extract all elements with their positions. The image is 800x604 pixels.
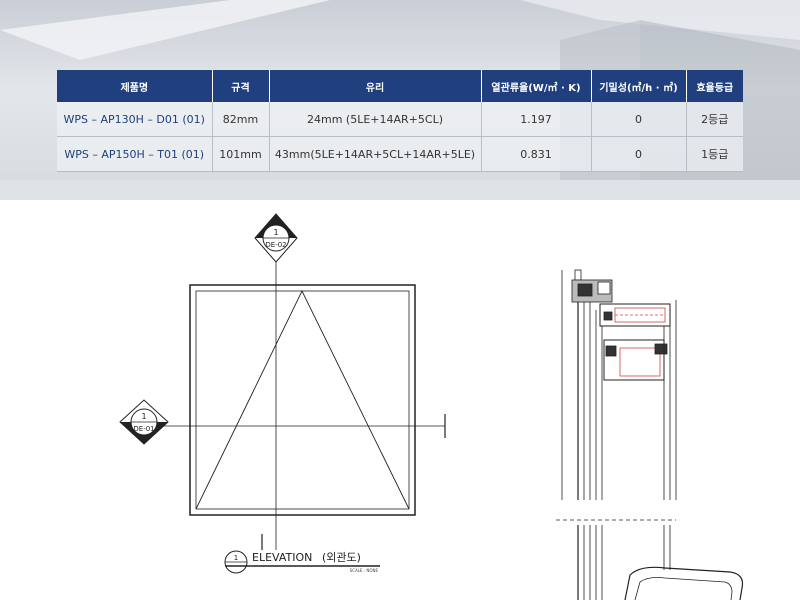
cell-spec: 82mm — [211, 102, 269, 137]
cell-airtightness: 0 — [590, 102, 686, 137]
opening-indicator — [195, 289, 410, 510]
section-marker-top: 1 DE-02 — [254, 213, 298, 263]
header-u-value: 열관류율(W/㎡ · K) — [480, 70, 591, 102]
window-outer-frame — [189, 284, 416, 516]
drawing-canvas: 1 DE-02 1 DE-01 1 ELEVATION (외관도) SCALE … — [119, 213, 744, 601]
cell-glass: 24mm (5LE+14AR+5CL) — [268, 102, 481, 137]
header-glass: 유리 — [268, 70, 481, 102]
handle-profile — [624, 566, 744, 601]
header-efficiency-grade: 효율등급 — [685, 70, 743, 102]
marker-left-ref: DE-01 — [133, 425, 154, 433]
marker-top-number: 1 — [273, 228, 278, 237]
table-row: WPS – AP130H – D01 (01) 82mm 24mm (5LE+1… — [57, 102, 743, 137]
cell-efficiency-grade: 1등급 — [685, 136, 743, 172]
elevation-view — [150, 260, 446, 550]
elevation-title: ELEVATION — [252, 551, 312, 564]
window-inner-frame — [195, 290, 410, 510]
cell-airtightness: 0 — [590, 136, 686, 172]
table-header-row: 제품명 규격 유리 열관류율(W/㎡ · K) 기밀성(㎥/h · ㎡) 효율등… — [57, 70, 743, 102]
header-background: 제품명 규격 유리 열관류율(W/㎡ · K) 기밀성(㎥/h · ㎡) 효율등… — [0, 0, 800, 200]
cell-product-name: WPS – AP130H – D01 (01) — [57, 102, 212, 137]
table-row: WPS – AP150H – T01 (01) 101mm 43mm(5LE+1… — [57, 136, 743, 172]
header-airtightness: 기밀성(㎥/h · ㎡) — [590, 70, 686, 102]
marker-left-number: 1 — [141, 412, 146, 421]
cell-u-value: 1.197 — [480, 102, 591, 137]
scale-note: SCALE : NONE — [350, 568, 379, 573]
technical-drawing: 1 DE-02 1 DE-01 1 ELEVATION (외관도) SCALE … — [0, 200, 800, 601]
cell-glass: 43mm(5LE+14AR+5CL+14AR+5LE) — [268, 136, 481, 172]
cell-efficiency-grade: 2등급 — [685, 102, 743, 137]
cell-spec: 101mm — [211, 136, 269, 172]
cell-product-name: WPS – AP150H – T01 (01) — [57, 136, 212, 172]
spec-table: 제품명 규격 유리 열관류율(W/㎡ · K) 기밀성(㎥/h · ㎡) 효율등… — [57, 70, 743, 172]
header-product-name: 제품명 — [57, 70, 212, 102]
elevation-title-block: 1 ELEVATION (외관도) SCALE : NONE — [224, 550, 380, 574]
elevation-number: 1 — [234, 554, 238, 562]
section-detail-view — [556, 269, 744, 601]
marker-top-ref: DE-02 — [265, 241, 286, 249]
cell-u-value: 0.831 — [480, 136, 591, 172]
section-marker-left: 1 DE-01 — [119, 399, 169, 445]
header-spec: 규격 — [211, 70, 269, 102]
elevation-subtitle: (외관도) — [322, 551, 361, 564]
